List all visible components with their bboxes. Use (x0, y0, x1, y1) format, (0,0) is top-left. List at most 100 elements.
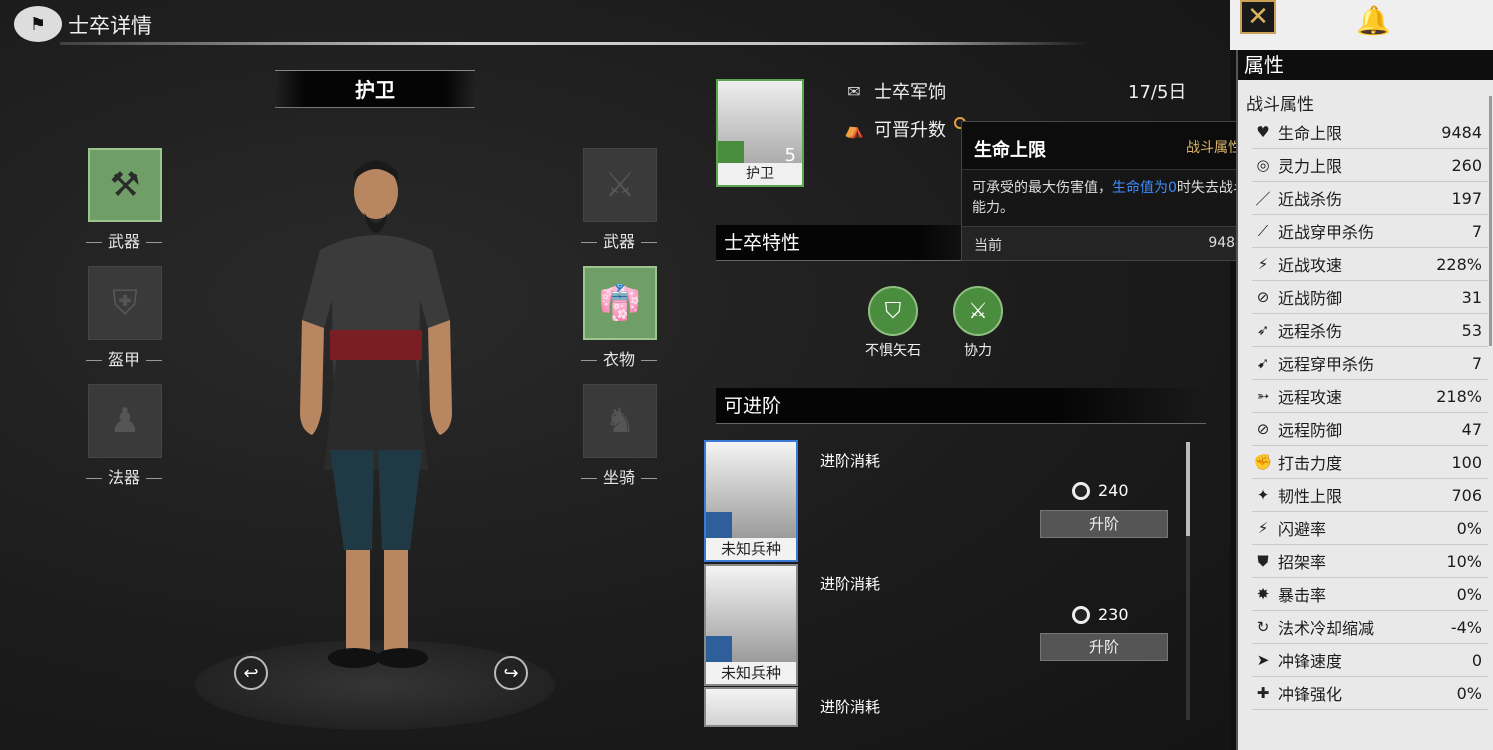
sword-icon: ⚔ (604, 165, 636, 205)
attribute-row[interactable]: ➳ 远程攻速 218% (1252, 380, 1488, 413)
slot-weapon-right[interactable]: ⚔ (583, 148, 657, 222)
attribute-row[interactable]: ⛊ 招架率 10% (1252, 545, 1488, 578)
slot-weapon-left[interactable]: ⚒ (88, 148, 162, 222)
attribute-name: 远程攻速 (1278, 388, 1343, 407)
slot-artifact[interactable]: ♟ (88, 384, 162, 458)
attribute-value: 197 (1451, 188, 1482, 208)
advance-cost-label: 进阶消耗 (820, 575, 881, 593)
advance-cost-value: 240 (1098, 481, 1129, 500)
attribute-name: 打击力度 (1278, 454, 1343, 473)
attribute-subtitle: 战斗属性 (1246, 95, 1314, 115)
title-divider (60, 42, 1090, 45)
unit-portrait[interactable]: 5 护卫 (716, 79, 804, 187)
crit-icon: ✸ (1256, 585, 1270, 603)
slot-mount[interactable]: ♞ (583, 384, 657, 458)
attribute-row[interactable]: ⚡ 闪避率 0% (1252, 512, 1488, 545)
attribute-row[interactable]: ⚡ 近战攻速 228% (1252, 248, 1488, 281)
attribute-value: 0% (1456, 584, 1482, 604)
attribute-row[interactable]: ／ 近战杀伤 197 (1252, 182, 1488, 215)
attribute-name: 暴击率 (1278, 586, 1327, 605)
slot-clothing[interactable]: 👘 (583, 266, 657, 340)
tooltip-desc-prefix: 可承受的最大伤害值， (972, 180, 1112, 196)
ranged-defense-icon: ⊘ (1256, 420, 1270, 438)
advance-unit-name: 未知兵种 (706, 538, 796, 560)
advance-scrollbar[interactable] (1186, 442, 1190, 720)
attribute-scrollbar[interactable] (1489, 96, 1492, 346)
banner-icon: ⚑ (14, 6, 62, 42)
slot-weapon-left-label: 武器 (74, 228, 174, 252)
attribute-row[interactable]: ✸ 暴击率 0% (1252, 578, 1488, 611)
advance-button[interactable]: 升阶 (1040, 633, 1168, 661)
promotion-icon: ⛺ (844, 119, 864, 139)
advance-header: 可进阶 (716, 388, 1206, 424)
attribute-value: 260 (1451, 155, 1482, 175)
toughness-icon: ✦ (1256, 486, 1270, 504)
trait-label: 不惧矢石 (865, 343, 921, 359)
attribute-row[interactable]: ↻ 法术冷却缩减 -4% (1252, 611, 1488, 644)
attribute-value: 53 (1461, 320, 1482, 340)
rotate-right-button[interactable]: ↪ (494, 656, 528, 690)
dodge-icon: ⚡ (1257, 519, 1269, 537)
close-button[interactable]: ✕ (1240, 0, 1276, 34)
attribute-value: 9484 (1441, 122, 1482, 142)
rotate-left-button[interactable]: ↩ (234, 656, 268, 690)
armor-icon: ⛨ (112, 283, 138, 323)
attribute-row[interactable]: ➹ 远程穿甲杀伤 7 (1252, 347, 1488, 380)
rotate-right-icon: ↪ (503, 662, 519, 684)
attribute-value: 31 (1461, 287, 1482, 307)
attribute-row[interactable]: ⟋ 近战穿甲杀伤 7 (1252, 215, 1488, 248)
attribute-row[interactable]: ➶ 远程杀伤 53 (1252, 314, 1488, 347)
ranged-speed-icon: ➳ (1256, 387, 1270, 405)
tooltip-title: 生命上限 (974, 140, 1046, 161)
attribute-row[interactable]: ✦ 韧性上限 706 (1252, 479, 1488, 512)
attribute-value: 706 (1451, 485, 1482, 505)
advance-scroll-thumb[interactable] (1186, 442, 1190, 536)
attribute-panel-title: 属性 (1238, 50, 1493, 80)
advance-button[interactable]: 升阶 (1040, 510, 1168, 538)
attribute-row[interactable]: ♥ 生命上限 9484 (1252, 116, 1488, 149)
advance-portrait (706, 689, 796, 725)
notification-bell-icon[interactable]: 🔔 (1356, 4, 1391, 38)
attribute-row[interactable]: ◎ 灵力上限 260 (1252, 149, 1488, 182)
parry-icon: ⛊ (1257, 552, 1269, 570)
attribute-row[interactable]: ⊘ 远程防御 47 (1252, 413, 1488, 446)
trait-cooperate[interactable]: ⚔ 协力 (933, 286, 1023, 360)
heart-icon: ♥ (1256, 123, 1270, 141)
unit-class-icon (706, 512, 732, 538)
tooltip-current-row: 当前 9484 (962, 226, 1256, 260)
slot-clothing-label: 衣物 (569, 346, 669, 370)
advance-option-card[interactable]: 未知兵种 (704, 564, 798, 686)
attribute-tooltip: 生命上限 战斗属性 可承受的最大伤害值，生命值为0时失去战斗能力。 当前 948… (961, 121, 1257, 261)
slot-armor-label: 盔甲 (74, 346, 174, 370)
promo-row: ⛺ 可晋升数 (842, 116, 966, 142)
slot-weapon-right-label: 武器 (569, 228, 669, 252)
bow-icon: ➶ (1256, 321, 1270, 339)
spirit-icon: ◎ (1256, 156, 1270, 174)
attribute-name: 近战杀伤 (1278, 190, 1343, 209)
page-title: 士卒详情 (68, 14, 152, 38)
coin-icon (1072, 481, 1090, 500)
attribute-name: 招架率 (1278, 553, 1327, 572)
unit-portrait-name: 护卫 (718, 163, 802, 185)
attribute-row[interactable]: ➤ 冲锋速度 0 (1252, 644, 1488, 677)
trait-fearless[interactable]: ⛉ 不惧矢石 (848, 286, 938, 360)
pay-value: 17/5日 (1128, 82, 1187, 103)
pierce-icon: ⟋ (1257, 222, 1269, 240)
advance-option-card[interactable]: 未知兵种 (704, 440, 798, 562)
advance-option-card[interactable] (704, 687, 798, 727)
slot-armor[interactable]: ⛨ (88, 266, 162, 340)
attribute-value: 218% (1436, 386, 1482, 406)
attribute-name: 近战穿甲杀伤 (1278, 223, 1375, 242)
attribute-row[interactable]: ✊ 打击力度 100 (1252, 446, 1488, 479)
attribute-panel: 属性 战斗属性 ♥ 生命上限 9484 ◎ 灵力上限 260 ／ 近战杀伤 197 ⟋ 近战穿甲杀伤… (1236, 50, 1493, 750)
attribute-name: 冲锋强化 (1278, 685, 1343, 704)
attribute-row[interactable]: ✚ 冲锋强化 0% (1252, 677, 1488, 710)
attribute-value: 0% (1456, 518, 1482, 538)
unit-name: 护卫 (275, 70, 475, 108)
attribute-row[interactable]: ⊘ 近战防御 31 (1252, 281, 1488, 314)
attribute-name: 近战防御 (1278, 289, 1343, 308)
impact-icon: ✊ (1253, 453, 1273, 471)
character-model[interactable] (260, 150, 490, 680)
unit-class-icon (706, 636, 732, 662)
attribute-name: 远程穿甲杀伤 (1278, 355, 1375, 374)
